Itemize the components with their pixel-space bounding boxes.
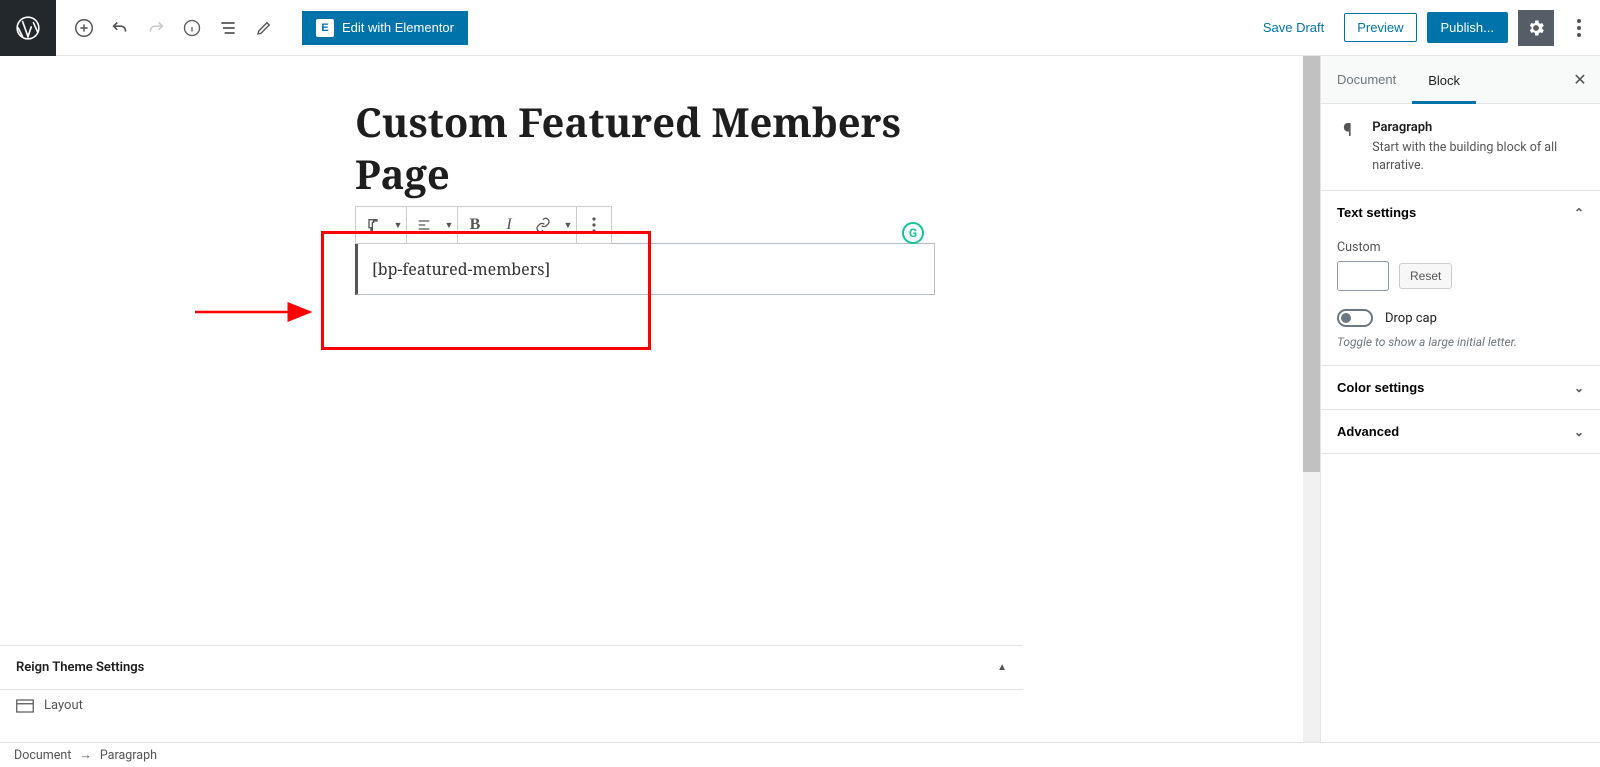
link-button[interactable] [526, 207, 560, 243]
info-button[interactable] [174, 10, 210, 46]
add-block-button[interactable] [66, 10, 102, 46]
wp-logo[interactable] [0, 0, 56, 56]
settings-sidebar: Document Block ✕ ¶ Paragraph Start with … [1320, 56, 1600, 742]
bold-button[interactable]: B [458, 207, 492, 243]
publish-button[interactable]: Publish... [1427, 12, 1508, 43]
breadcrumb-document[interactable]: Document [14, 748, 71, 763]
save-draft-button[interactable]: Save Draft [1253, 14, 1334, 41]
chevron-up-icon: ▲ [997, 662, 1007, 673]
color-settings-label: Color settings [1337, 380, 1424, 395]
block-type-button[interactable] [356, 207, 390, 243]
custom-size-input[interactable] [1337, 261, 1389, 291]
dropcap-toggle[interactable] [1337, 309, 1373, 327]
paragraph-block[interactable]: [bp-featured-members] [355, 243, 935, 295]
elementor-button[interactable]: E Edit with Elementor [302, 11, 468, 45]
block-name: Paragraph [1372, 120, 1584, 135]
layout-icon [16, 699, 34, 713]
settings-toggle-button[interactable] [1518, 10, 1554, 46]
chevron-up-icon: ⌃ [1574, 206, 1584, 220]
outline-button[interactable] [210, 10, 246, 46]
align-dropdown[interactable]: ▼ [441, 207, 457, 243]
edit-button[interactable] [246, 10, 282, 46]
block-type-dropdown[interactable]: ▼ [390, 207, 406, 243]
advanced-label: Advanced [1337, 424, 1399, 439]
editor-top-toolbar: E Edit with Elementor Save Draft Preview… [0, 0, 1600, 56]
tab-document[interactable]: Document [1321, 56, 1412, 104]
theme-settings-toggle[interactable]: Reign Theme Settings ▲ [0, 646, 1023, 690]
editor-canvas-area[interactable]: Custom Featured Members Page ▼ ▼ B I [0, 56, 1320, 742]
more-format-dropdown[interactable]: ▼ [560, 207, 576, 243]
block-description: Start with the building block of all nar… [1372, 139, 1584, 174]
breadcrumb-paragraph[interactable]: Paragraph [100, 748, 157, 763]
paragraph-icon: ¶ [1337, 120, 1358, 174]
tab-block[interactable]: Block [1412, 56, 1476, 104]
custom-size-label: Custom [1337, 240, 1584, 255]
block-more-button[interactable] [577, 207, 611, 243]
chevron-down-icon: ⌄ [1574, 425, 1584, 439]
elementor-label: Edit with Elementor [342, 20, 454, 35]
italic-button[interactable]: I [492, 207, 526, 243]
scrollbar-thumb[interactable] [1303, 56, 1320, 472]
annotation-arrow [195, 302, 325, 322]
theme-layout-label: Layout [44, 698, 83, 713]
align-button[interactable] [407, 207, 441, 243]
grammarly-badge-icon[interactable]: G [902, 222, 924, 244]
theme-settings-title: Reign Theme Settings [16, 660, 144, 675]
page-title[interactable]: Custom Featured Members Page [355, 96, 935, 200]
theme-settings-panel: Reign Theme Settings ▲ Layout [0, 645, 1023, 717]
text-settings-toggle[interactable]: Text settings ⌃ [1321, 191, 1600, 234]
dropcap-hint: Toggle to show a large initial letter. [1337, 335, 1584, 349]
undo-button[interactable] [102, 10, 138, 46]
breadcrumb-separator: → [79, 748, 92, 763]
reset-size-button[interactable]: Reset [1399, 263, 1452, 289]
block-toolbar: ▼ ▼ B I ▼ [355, 206, 612, 244]
more-menu-button[interactable] [1564, 10, 1594, 46]
dropcap-label: Drop cap [1385, 311, 1437, 326]
block-breadcrumb: Document → Paragraph [0, 742, 1600, 767]
color-settings-toggle[interactable]: Color settings ⌄ [1321, 366, 1600, 409]
close-sidebar-button[interactable]: ✕ [1560, 56, 1600, 104]
redo-button[interactable] [138, 10, 174, 46]
text-settings-label: Text settings [1337, 205, 1416, 220]
preview-button[interactable]: Preview [1344, 13, 1416, 42]
advanced-toggle[interactable]: Advanced ⌄ [1321, 410, 1600, 453]
chevron-down-icon: ⌄ [1574, 381, 1584, 395]
elementor-icon: E [316, 19, 334, 37]
